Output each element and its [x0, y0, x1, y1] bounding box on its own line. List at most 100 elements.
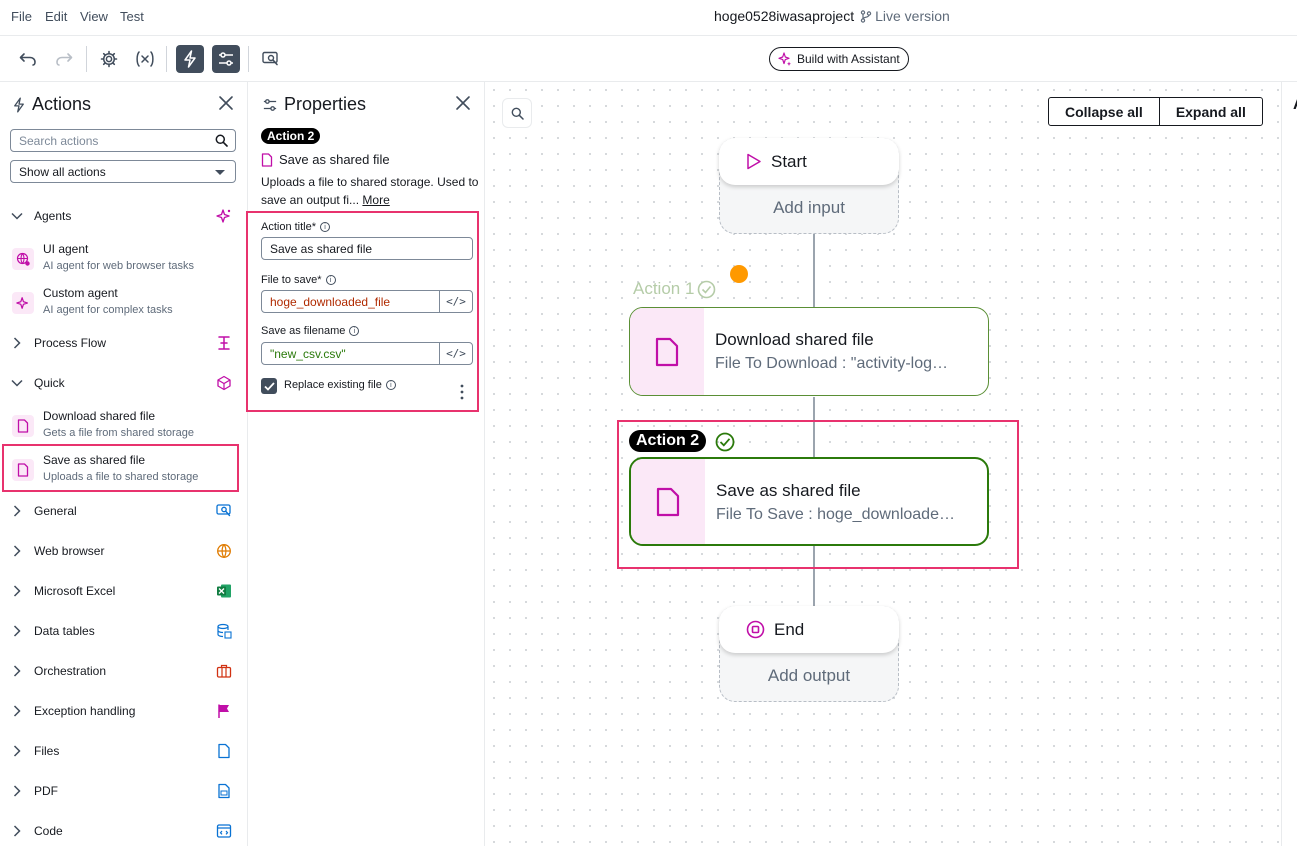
category-microsoft-excel[interactable]: Microsoft Excel: [10, 581, 236, 601]
category-agents[interactable]: Agents: [10, 206, 236, 226]
chevron-right-icon: [10, 824, 24, 838]
category-data-tables[interactable]: Data tables: [10, 621, 236, 641]
lightning-icon: [14, 97, 24, 112]
stop-circle-icon: [746, 620, 765, 639]
category-web-browser[interactable]: Web browser: [10, 541, 236, 561]
briefcase-icon: [216, 664, 232, 678]
undo-button[interactable]: [14, 45, 42, 73]
branch-icon: [860, 9, 872, 23]
flow-canvas[interactable]: Collapse all Expand all Start Add input …: [486, 82, 1281, 846]
end-node[interactable]: End Add output: [719, 606, 899, 702]
action-title-input[interactable]: Save as shared file: [261, 237, 473, 260]
expand-all-button[interactable]: Expand all: [1158, 98, 1262, 125]
connector: [813, 232, 815, 308]
search-actions-input[interactable]: Search actions: [10, 129, 236, 152]
chevron-down-icon: [10, 376, 24, 390]
toolbar-divider: [166, 46, 167, 72]
menu-view[interactable]: View: [80, 9, 108, 24]
actions-toggle-button[interactable]: [176, 45, 204, 73]
menu-test[interactable]: Test: [120, 9, 144, 24]
category-files[interactable]: Files: [10, 741, 236, 761]
chevron-right-icon: [10, 336, 24, 350]
category-quick[interactable]: Quick: [10, 373, 236, 393]
version-selector[interactable]: Live version: [860, 8, 950, 24]
item-name: Custom agent: [43, 286, 118, 300]
save-as-filename-input[interactable]: "new_csv.csv" </>: [261, 342, 473, 365]
label-text: File to save*: [261, 274, 322, 286]
menu-edit[interactable]: Edit: [45, 9, 67, 24]
database-icon: [217, 623, 232, 639]
file-to-save-input[interactable]: hoge_downloaded_file </>: [261, 290, 473, 313]
cube-icon: [217, 375, 231, 391]
category-label: Agents: [34, 209, 72, 223]
category-process-flow[interactable]: Process Flow: [10, 333, 236, 353]
properties-title-text: Properties: [284, 94, 367, 114]
action-node-save-as-shared-file[interactable]: Save as shared file File To Save : hoge_…: [629, 457, 989, 546]
start-label: Start: [771, 151, 807, 171]
more-link[interactable]: More: [362, 193, 389, 207]
screen-search-icon: [216, 504, 231, 517]
check-icon: [263, 381, 275, 391]
category-general[interactable]: General: [10, 501, 236, 521]
collapse-expand-group: Collapse all Expand all: [1048, 97, 1263, 126]
excel-icon: [217, 584, 231, 598]
properties-toggle-button[interactable]: [212, 45, 240, 73]
sparkle-icon: [12, 292, 34, 314]
toolbar: Build with Assistant: [0, 36, 1297, 82]
node-subtitle: File To Download : "activity-log…: [715, 355, 949, 372]
category-label: Files: [34, 744, 60, 758]
chevron-right-icon: [10, 784, 24, 798]
info-icon[interactable]: i: [385, 380, 396, 390]
category-pdf[interactable]: PDF: [10, 781, 236, 801]
category-label: Data tables: [34, 624, 95, 638]
code-editor-toggle[interactable]: </>: [439, 343, 472, 364]
start-header[interactable]: Start: [719, 138, 899, 185]
save-as-filename-label: Save as filename i: [261, 325, 360, 337]
sparkle-icon: [216, 209, 231, 223]
more-options-icon[interactable]: [459, 384, 465, 400]
category-exception-handling[interactable]: Exception handling: [10, 701, 236, 721]
screen-search-icon: [262, 51, 278, 66]
action-item-ui-agent[interactable]: UI agent AI agent for web browser tasks: [10, 240, 236, 280]
build-with-assistant-button[interactable]: Build with Assistant: [769, 47, 909, 71]
chevron-down-icon: [215, 170, 225, 175]
code-editor-toggle[interactable]: </>: [439, 291, 472, 312]
input-value: hoge_downloaded_file: [270, 295, 391, 309]
category-label: General: [34, 504, 77, 518]
label-text: Replace existing file: [284, 379, 382, 391]
add-input-button[interactable]: Add input: [720, 198, 898, 218]
pending-indicator: [730, 265, 748, 283]
action-item-custom-agent[interactable]: Custom agent AI agent for complex tasks: [10, 284, 236, 324]
action-item-download-shared-file[interactable]: Download shared file Gets a file from sh…: [10, 407, 236, 447]
actions-panel: Actions Search actions Show all actions …: [0, 82, 248, 846]
node-title: Save as shared file: [716, 481, 861, 500]
redo-button[interactable]: [50, 45, 78, 73]
canvas-search-button[interactable]: [502, 98, 532, 128]
replace-existing-checkbox[interactable]: [261, 378, 277, 394]
category-code[interactable]: Code: [10, 821, 236, 841]
file-icon: [218, 743, 230, 759]
end-header[interactable]: End: [719, 606, 899, 653]
close-actions-icon[interactable]: [217, 94, 235, 112]
action-2-badge: Action 2: [629, 430, 707, 452]
item-name: Download shared file: [43, 409, 156, 423]
play-icon: [747, 153, 761, 170]
preview-button[interactable]: [257, 45, 285, 73]
start-node[interactable]: Start Add input: [719, 138, 899, 234]
action-node-download-shared-file[interactable]: Download shared file File To Download : …: [629, 307, 989, 396]
chevron-down-icon: [10, 209, 24, 223]
settings-button[interactable]: [95, 45, 123, 73]
close-properties-icon[interactable]: [454, 94, 472, 112]
info-icon[interactable]: i: [325, 275, 336, 285]
action-1-label-text: Action 1: [633, 279, 695, 298]
category-orchestration[interactable]: Orchestration: [10, 661, 236, 681]
actions-filter-select[interactable]: Show all actions: [10, 160, 236, 183]
menu-file[interactable]: File: [11, 9, 32, 24]
variables-button[interactable]: [131, 45, 159, 73]
menu-bar: File Edit View Test hoge0528iwasaproject…: [0, 0, 1297, 36]
info-icon[interactable]: i: [320, 222, 331, 232]
info-icon[interactable]: i: [349, 326, 360, 336]
collapse-all-button[interactable]: Collapse all: [1049, 98, 1159, 125]
label-text: Action title*: [261, 221, 317, 233]
add-output-button[interactable]: Add output: [720, 666, 898, 686]
